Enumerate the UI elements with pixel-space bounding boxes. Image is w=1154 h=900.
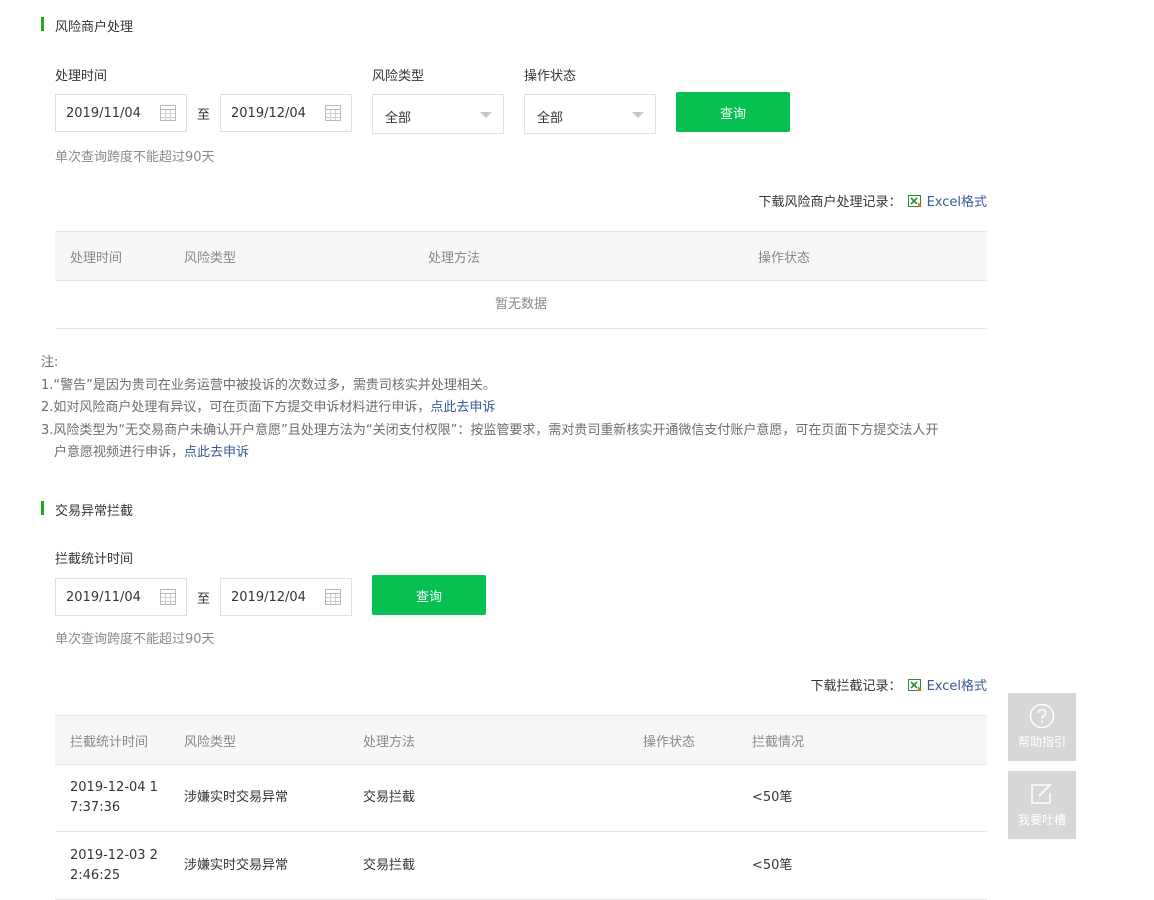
chevron-down-icon	[632, 112, 644, 118]
operation-status-label: 操作状态	[524, 69, 577, 84]
column-header: 处理方法	[413, 231, 743, 281]
risk-end-date-input[interactable]: 2019/12/04	[220, 94, 352, 132]
chevron-down-icon	[480, 112, 492, 118]
intercept-end-date-input[interactable]: 2019/12/04	[220, 578, 352, 616]
risk-download-bar: 下载风险商户处理记录： Excel格式	[759, 191, 987, 210]
risk-type-label: 风险类型	[372, 69, 425, 84]
intercept-query-button[interactable]: 查询	[372, 575, 486, 615]
help-guide-button[interactable]: 帮助指引	[1008, 693, 1076, 761]
method-cell: 交易拦截	[348, 831, 628, 900]
note-line: 3.风险类型为“无交易商户未确认开户意愿”且处理方法为“关闭支付权限”：按监管要…	[41, 422, 939, 438]
column-header: 处理方法	[348, 715, 628, 765]
table-row: 2019-12-03 2 2:46:25 涉嫌实时交易异常 交易拦截 <50笔	[55, 831, 987, 900]
table-row: 2019-12-04 1 7:37:36 涉嫌实时交易异常 交易拦截 <50笔	[55, 764, 987, 832]
intercept-time-cell: 2019-12-03 2 2:46:25	[55, 831, 169, 900]
calendar-icon[interactable]	[325, 105, 341, 121]
excel-icon[interactable]	[907, 678, 922, 692]
feedback-button[interactable]: 我要吐槽	[1008, 771, 1076, 839]
risk-type-select[interactable]: 全部	[372, 94, 504, 134]
cell-text: 2019-12-04 1	[70, 780, 158, 795]
edit-icon	[1031, 783, 1052, 804]
note-text: 2.如对风险商户处理有异议，可在页面下方提交申诉材料进行申诉，	[41, 400, 431, 415]
risk-type-cell: 涉嫌实时交易异常	[169, 764, 348, 832]
start-date-value: 2019/11/04	[66, 106, 141, 121]
status-cell	[628, 764, 737, 832]
note-line: 户意愿视频进行申诉，点此去申诉	[41, 442, 1001, 465]
risk-query-button[interactable]: 查询	[676, 92, 790, 132]
status-cell	[628, 831, 737, 900]
end-date-value: 2019/12/04	[231, 106, 306, 121]
intercept-start-date-input[interactable]: 2019/11/04	[55, 578, 187, 616]
result-cell: <50笔	[737, 764, 987, 832]
table-header-row: 处理时间 风险类型 处理方法 操作状态	[55, 231, 987, 281]
end-date-value: 2019/12/04	[231, 590, 306, 605]
process-time-label: 处理时间	[55, 69, 108, 84]
note-text: 户意愿视频进行申诉，	[54, 445, 185, 460]
notes-heading: 注:	[41, 355, 59, 370]
column-header: 操作状态	[628, 715, 737, 765]
column-header: 拦截情况	[737, 715, 987, 765]
column-header: 操作状态	[743, 231, 987, 281]
cell-text: 7:37:36	[70, 800, 121, 815]
intercept-download-label: 下载拦截记录：	[810, 679, 902, 694]
risk-table: 处理时间 风险类型 处理方法 操作状态 暂无数据	[55, 231, 987, 329]
operation-status-select[interactable]: 全部	[524, 94, 656, 134]
column-header: 拦截统计时间	[55, 715, 169, 765]
empty-row: 暂无数据	[55, 280, 987, 329]
table-header-row: 拦截统计时间 风险类型 处理方法 操作状态 拦截情况	[55, 715, 987, 765]
risk-type-cell: 涉嫌实时交易异常	[169, 831, 348, 900]
intercept-download-bar: 下载拦截记录： Excel格式	[811, 675, 987, 694]
empty-message: 暂无数据	[55, 280, 987, 329]
risk-range-hint: 单次查询跨度不能超过90天	[55, 150, 215, 165]
excel-icon[interactable]	[907, 194, 922, 208]
section-marker	[41, 501, 44, 515]
calendar-icon[interactable]	[325, 589, 341, 605]
intercept-table: 拦截统计时间 风险类型 处理方法 操作状态 拦截情况 2019-12-04 1 7…	[55, 715, 987, 900]
method-cell: 交易拦截	[348, 764, 628, 832]
intercept-range-hint: 单次查询跨度不能超过90天	[55, 632, 215, 647]
risk-excel-download-link[interactable]: Excel格式	[927, 191, 987, 210]
note-line: 1.“警告”是因为贵司在业务运营中被投诉的次数过多，需贵司核实并处理相关。	[41, 377, 496, 393]
calendar-icon[interactable]	[160, 589, 176, 605]
section-marker	[41, 17, 44, 31]
intercept-excel-download-link[interactable]: Excel格式	[927, 675, 987, 694]
cell-text: 2:46:25	[70, 867, 121, 883]
intercept-time-cell: 2019-12-04 1 7:37:36	[55, 764, 169, 832]
date-range-separator: 至	[197, 108, 211, 123]
intercept-time-label: 拦截统计时间	[55, 552, 134, 567]
result-cell: <50笔	[737, 831, 987, 900]
risk-start-date-input[interactable]: 2019/11/04	[55, 94, 187, 132]
risk-type-value: 全部	[385, 111, 412, 126]
operation-status-value: 全部	[537, 111, 564, 126]
cell-text: 2019-12-03 2	[70, 847, 158, 863]
intercept-section-title: 交易异常拦截	[55, 504, 134, 519]
date-range-separator: 至	[197, 592, 211, 607]
column-header: 风险类型	[169, 231, 413, 281]
appeal-link[interactable]: 点此去申诉	[430, 400, 495, 415]
note-line: 2.如对风险商户处理有异议，可在页面下方提交申诉材料进行申诉，点此去申诉	[41, 397, 1001, 420]
question-icon	[1029, 703, 1055, 729]
notes-block: 注: 1.“警告”是因为贵司在业务运营中被投诉的次数过多，需贵司核实并处理相关。…	[41, 352, 1001, 465]
risk-download-label: 下载风险商户处理记录：	[758, 195, 902, 210]
column-header: 风险类型	[169, 715, 348, 765]
start-date-value: 2019/11/04	[66, 590, 141, 605]
feedback-label: 我要吐槽	[1017, 813, 1066, 827]
help-guide-label: 帮助指引	[1017, 735, 1066, 749]
risk-section-title: 风险商户处理	[55, 20, 134, 35]
appeal-link[interactable]: 点此去申诉	[184, 445, 249, 460]
column-header: 处理时间	[55, 231, 169, 281]
calendar-icon[interactable]	[160, 105, 176, 121]
